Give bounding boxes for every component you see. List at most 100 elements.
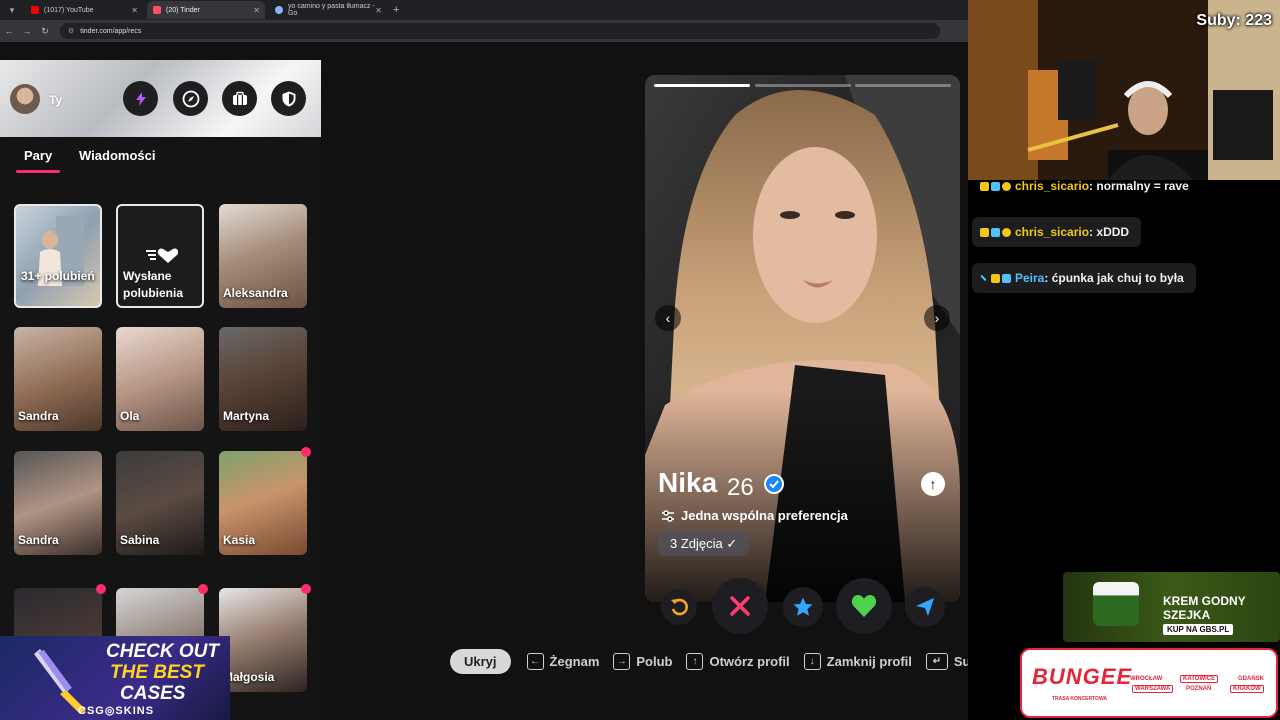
forward-icon[interactable]: →: [18, 26, 36, 36]
csgoskins-ad: CHECK OUT THE BEST CASES CSG◎SKINS: [0, 636, 230, 720]
crown-badge-icon: [991, 273, 1000, 283]
bungee-city: WARSZAWA: [1132, 685, 1174, 693]
profile-label[interactable]: Ty: [49, 93, 62, 107]
photos-count-chip[interactable]: 3 Zdjęcia ✓: [658, 531, 750, 556]
sub-badge-icon: [991, 227, 1000, 237]
lightning-icon: [135, 91, 146, 106]
boost-send-button[interactable]: [905, 587, 945, 627]
new-tab-icon[interactable]: +: [393, 4, 399, 16]
back-icon[interactable]: ←: [0, 26, 18, 36]
previous-photo-button[interactable]: ‹: [655, 305, 681, 331]
super-like-button[interactable]: [783, 587, 823, 627]
hint-close-profile: ↓ Zamknij profil: [803, 652, 912, 670]
nope-button[interactable]: [712, 578, 768, 634]
like-button[interactable]: [836, 578, 892, 634]
chat-username: Peira: [1015, 271, 1045, 285]
up-arrow-key-icon: ↑: [686, 652, 704, 670]
match-card[interactable]: Małgosia: [219, 584, 311, 692]
sent-likes-card[interactable]: Wysłane polubienia: [116, 204, 204, 308]
left-arrow-key-icon: ←: [526, 652, 544, 670]
compass-icon: [182, 90, 199, 107]
likes-count-label: 31+ polubień: [21, 269, 95, 283]
tab-messages[interactable]: Wiadomości: [79, 148, 155, 163]
url-input[interactable]: ⚙ tinder.com/app/recs: [60, 23, 940, 39]
hint-open-profile: ↑ Otwórz profil: [686, 652, 790, 670]
webcam-feed: Suby: 223: [968, 0, 1280, 180]
work-mode-button[interactable]: [222, 81, 257, 116]
likes-you-card[interactable]: 31+ polubień: [14, 204, 102, 308]
browser-tab-tinder[interactable]: (20) Tinder ✕: [147, 1, 265, 19]
close-icon[interactable]: ✕: [375, 6, 382, 15]
next-photo-button[interactable]: ›: [924, 305, 950, 331]
photo-progress-segment: [855, 84, 951, 87]
chat-colon: :: [1089, 179, 1097, 193]
match-name: Ola: [120, 409, 140, 423]
match-card[interactable]: Aleksandra: [219, 204, 307, 308]
sidebar-header: Ty: [0, 60, 321, 137]
open-profile-button[interactable]: ↑: [921, 472, 945, 496]
match-name: Sandra: [18, 533, 59, 547]
sliders-icon: [662, 509, 674, 522]
paper-plane-icon: [916, 598, 934, 616]
match-card[interactable]: Martyna: [219, 327, 307, 431]
avatar[interactable]: [10, 84, 40, 114]
chat-text: xDDD: [1096, 225, 1130, 239]
close-icon[interactable]: ✕: [131, 6, 138, 15]
bungee-brand: BUNGEE: [1032, 664, 1133, 689]
hint-nope: ← Żegnam: [526, 652, 600, 670]
tab-search-icon[interactable]: ▾: [3, 2, 21, 18]
sent-likes-icon: [146, 248, 178, 263]
bungee-ad: BUNGEE TRASA KONCERTOWA WROCŁAW KATOWICE…: [1020, 648, 1278, 718]
new-match-dot: [301, 584, 311, 594]
hide-hints-button[interactable]: Ukryj: [450, 648, 511, 674]
hint-label: Żegnam: [549, 653, 600, 669]
profile-name: Nika: [658, 467, 718, 498]
match-card[interactable]: Ola: [116, 327, 204, 431]
crown-badge-icon: [980, 227, 989, 237]
browser-tab-translate[interactable]: yo camino y pasta tłumacz - Go ✕: [269, 1, 387, 19]
bungee-city: POZNAŃ: [1186, 686, 1212, 692]
sidebar-tabs: Pary Wiadomości: [0, 148, 321, 178]
url-text: tinder.com/app/recs: [80, 27, 142, 35]
explore-button[interactable]: [173, 81, 208, 116]
chat-colon: :: [1044, 271, 1052, 285]
hint-like: → Polub: [613, 652, 672, 670]
subscriber-count: Suby: 223: [1196, 12, 1272, 29]
google-favicon-icon: [275, 6, 283, 14]
rewind-button[interactable]: [661, 589, 697, 625]
reload-icon[interactable]: ↻: [36, 26, 54, 37]
match-card[interactable]: Sandra: [14, 451, 102, 555]
cream-ad-cta: KUP NA GBS.PL: [1163, 624, 1234, 635]
site-info-icon[interactable]: ⚙: [68, 27, 74, 35]
match-card[interactable]: Kasia: [219, 447, 311, 555]
sub-badge-icon: [991, 181, 1000, 191]
chat-username: chris_sicario: [1015, 179, 1090, 193]
cream-ad: KREM GODNY SZEJKA KUP NA GBS.PL: [1063, 572, 1280, 642]
browser-tab-youtube[interactable]: (1017) YouTube ✕: [25, 1, 143, 19]
profile-card[interactable]: ‹ › Nika 26 ↑ Jedna wspólna preferencja …: [645, 75, 960, 602]
cream-ad-line-1: KREM GODNY: [1163, 594, 1246, 608]
tab-title: (1017) YouTube: [44, 6, 94, 14]
hint-label: Otwórz profil: [709, 653, 790, 669]
down-arrow-key-icon: ↓: [803, 652, 821, 670]
photo-progress-segment: [755, 84, 851, 87]
address-bar: ← → ↻ ⚙ tinder.com/app/recs: [0, 20, 968, 42]
heart-icon: [851, 595, 877, 617]
match-card[interactable]: Sabina: [116, 451, 204, 555]
tab-matches[interactable]: Pary: [15, 148, 61, 173]
match-card[interactable]: Sandra: [14, 327, 102, 431]
sidebar: Ty Pary Wiadomości 31+ polubień Wysłane …: [0, 60, 321, 720]
safety-button[interactable]: [271, 81, 306, 116]
chat-message: chris_sicario: xDDD: [972, 217, 1142, 247]
chat-username: chris_sicario: [1015, 225, 1090, 239]
tab-title: yo camino y pasta tłumacz - Go: [288, 3, 375, 17]
keyboard-hints: Ukryj ← Żegnam → Polub ↑ Otwórz profil ↓…: [450, 648, 1057, 674]
boost-button[interactable]: [123, 81, 158, 116]
cream-ad-line-2: SZEJKA: [1163, 608, 1211, 622]
tinder-favicon-icon: [153, 6, 161, 14]
close-icon[interactable]: ✕: [253, 6, 260, 15]
bungee-city: GDAŃSK: [1238, 676, 1265, 682]
new-match-dot: [301, 447, 311, 457]
youtube-favicon-icon: [31, 6, 39, 14]
briefcase-icon: [232, 91, 247, 105]
